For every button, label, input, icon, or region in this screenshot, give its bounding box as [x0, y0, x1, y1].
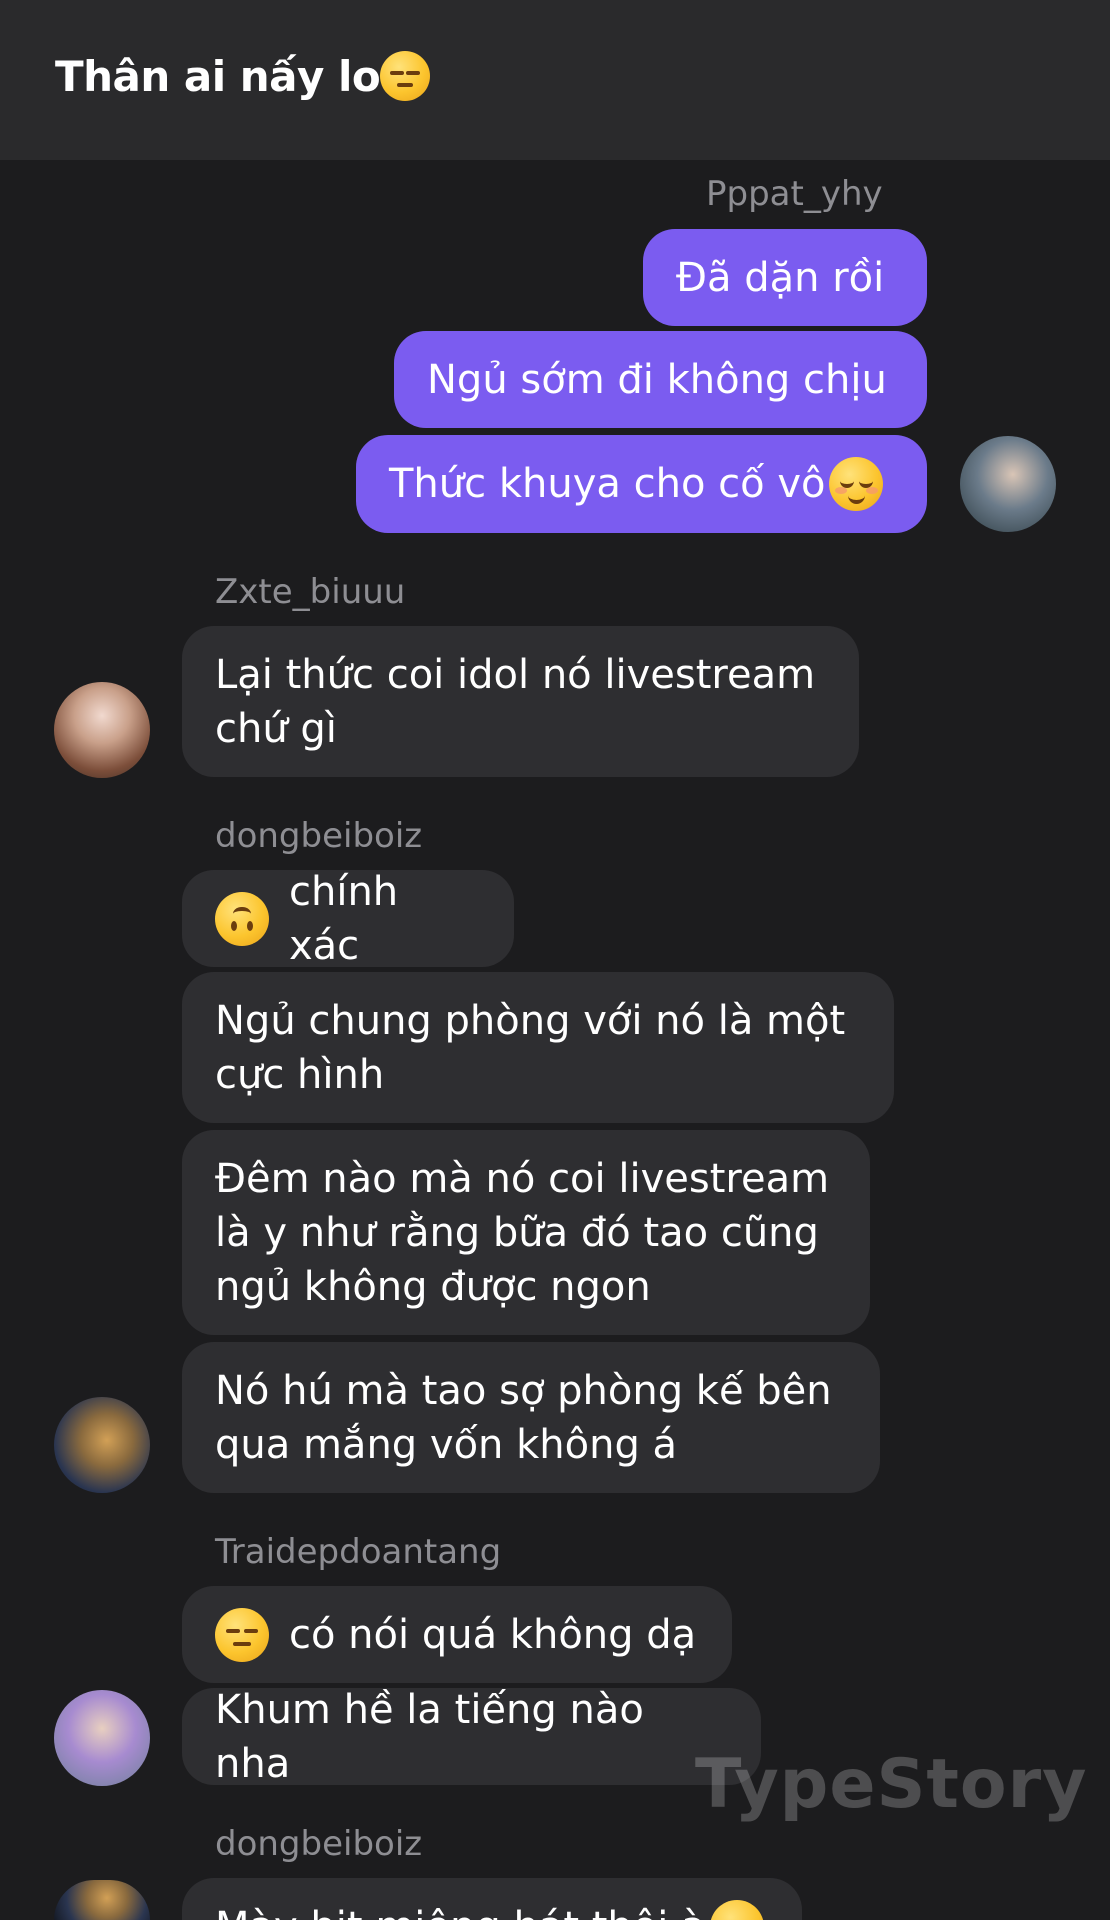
message-text: Khum hề la tiếng nào nha: [215, 1686, 644, 1787]
message-bubble-outgoing[interactable]: Ngủ sớm đi không chịu: [394, 331, 927, 428]
message-bubble-incoming[interactable]: chính xác: [182, 869, 514, 969]
message-text: Nó hú mà tao sợ phòng kế bên qua mắng vố…: [215, 1367, 832, 1468]
sender-name: Zxte_biuuu: [215, 572, 406, 612]
message-bubble-incoming[interactable]: Ngủ chung phòng với nó là một cực hình: [182, 972, 894, 1123]
avatar[interactable]: [54, 682, 150, 778]
unamused-face-icon: [709, 1900, 764, 1920]
sender-name: Pppat_yhy: [706, 174, 883, 214]
relieved-face-icon: [829, 457, 884, 511]
sender-name: Traidepdoantang: [215, 1532, 502, 1572]
message-text: Đêm nào mà nó coi livestream là y như rằ…: [215, 1155, 830, 1310]
message-text: Ngủ chung phòng với nó là một cực hình: [215, 997, 846, 1098]
avatar[interactable]: [960, 436, 1056, 532]
unamused-face-icon: [215, 1607, 269, 1662]
chat-header: Thân ai nấy lo: [0, 0, 1110, 160]
message-bubble-incoming[interactable]: Mày bịt miệng hát thôi à: [182, 1878, 802, 1920]
message-bubble-incoming[interactable]: Khum hề la tiếng nào nha: [182, 1687, 761, 1787]
sender-name: dongbeiboiz: [215, 816, 423, 856]
message-text: Mày bịt miệng hát thôi à: [215, 1900, 706, 1920]
unamused-face-icon: [380, 50, 431, 101]
message-text: Đã dặn rồi: [676, 254, 885, 301]
upside-down-face-icon: [215, 891, 269, 946]
message-text: Thức khuya cho cố vô: [389, 461, 826, 507]
typestory-watermark: TypeStory: [695, 1745, 1088, 1824]
message-text: có nói quá không dạ: [289, 1611, 697, 1658]
sender-name: dongbeiboiz: [215, 1824, 423, 1864]
message-bubble-incoming[interactable]: Lại thức coi idol nó livestream chứ gì: [182, 626, 859, 777]
avatar[interactable]: [54, 1880, 150, 1920]
message-bubble-incoming[interactable]: Đêm nào mà nó coi livestream là y như rằ…: [182, 1130, 870, 1335]
message-bubble-outgoing[interactable]: Đã dặn rồi: [643, 229, 927, 326]
chat-title-text: Thân ai nấy lo: [55, 52, 381, 101]
message-bubble-incoming[interactable]: có nói quá không dạ: [182, 1586, 732, 1683]
message-text: Ngủ sớm đi không chịu: [427, 356, 887, 403]
chat-title[interactable]: Thân ai nấy lo: [55, 50, 431, 101]
message-bubble-outgoing[interactable]: Thức khuya cho cố vô: [356, 435, 927, 533]
message-text: chính xác: [288, 868, 399, 969]
message-text: Lại thức coi idol nó livestream chứ gì: [215, 651, 816, 752]
avatar[interactable]: [54, 1690, 150, 1786]
message-bubble-incoming[interactable]: Nó hú mà tao sợ phòng kế bên qua mắng vố…: [182, 1342, 880, 1493]
avatar[interactable]: [54, 1397, 150, 1493]
